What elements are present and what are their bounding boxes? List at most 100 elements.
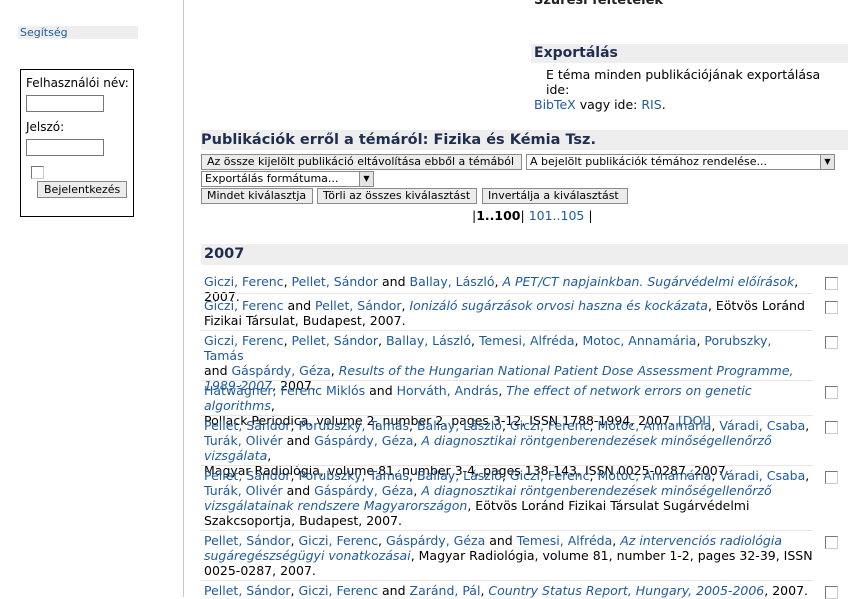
author-link[interactable]: Motoc, Annamária	[597, 418, 711, 433]
author-link[interactable]: Temesi, Alfréda	[517, 533, 613, 548]
row-divider	[201, 580, 813, 581]
row-divider	[201, 465, 813, 466]
current-page: 1..100	[476, 208, 521, 223]
invert-selection-button[interactable]: Invertálja a kiválasztást	[482, 188, 628, 204]
assign-topic-select[interactable]: A bejelölt publikációk témához rendelése…	[526, 154, 835, 170]
author-link[interactable]: Pellet, Sándor	[204, 418, 291, 433]
row-divider	[201, 380, 813, 381]
publication-item: Pellet, Sándor, Porubszky, Tamás, Ballay…	[204, 468, 810, 528]
publication-item: Giczi, Ferenc and Pellet, Sándor, Ionizá…	[204, 298, 805, 328]
remember-me-checkbox[interactable]	[31, 166, 44, 179]
author-link[interactable]: Ballay, László	[417, 418, 502, 433]
author-link[interactable]: Pellet, Sándor	[292, 333, 379, 348]
author-link[interactable]: Motoc, Annamária	[597, 468, 711, 483]
publication-item: Pellet, Sándor, Giczi, Ferenc and Zaránd…	[204, 583, 808, 598]
publication-title-link[interactable]: Results of the Hungarian National Patien…	[339, 363, 794, 378]
author-link[interactable]: Pellet, Sándor	[315, 298, 402, 313]
export-or-text: vagy ide:	[575, 97, 642, 112]
login-button[interactable]: Bejelentkezés	[37, 181, 128, 198]
publication-title-link[interactable]: sugáregészségügyi vonatkozásai	[204, 548, 411, 563]
publication-details: Fizikai Társulat, Budapest, 2007.	[204, 313, 406, 328]
publication-checkbox[interactable]	[825, 471, 838, 484]
assign-topic-select-value: A bejelölt publikációk témához rendelése…	[530, 155, 768, 168]
select-all-button[interactable]: Mindet kiválasztja	[201, 188, 313, 204]
author-link[interactable]: Giczi, Ferenc	[204, 333, 284, 348]
next-page-link[interactable]: 101..105	[529, 208, 585, 223]
author-link[interactable]: Porubszky, Tamás	[298, 418, 409, 433]
author-link[interactable]: Turák, Olivér	[204, 483, 283, 498]
export-text: E téma minden publikációjának exportálás…	[534, 67, 844, 112]
author-link[interactable]: Ballay, László	[410, 274, 495, 289]
author-link[interactable]: Temesi, Alfréda	[479, 333, 575, 348]
publication-details: 0025-0287, 2007.	[204, 563, 316, 578]
publication-title-link[interactable]: Country Status Report, Hungary, 2005-200…	[488, 583, 764, 598]
publication-checkbox[interactable]	[825, 586, 838, 599]
author-link[interactable]: Giczi, Ferenc	[298, 583, 378, 598]
author-link[interactable]: Porubszky, Tamás	[298, 468, 409, 483]
author-link[interactable]: Ballay, László	[417, 468, 502, 483]
author-link[interactable]: Váradi, Csaba	[719, 418, 805, 433]
publication-details: , 2007.	[764, 583, 808, 598]
publication-details: , Eötvös Loránd	[707, 298, 805, 313]
author-link[interactable]: Gáspárdy, Géza	[232, 363, 331, 378]
publication-checkbox[interactable]	[825, 536, 838, 549]
username-label: Felhasználói név:	[26, 76, 129, 90]
password-label: Jelszó:	[26, 120, 65, 134]
publication-item: Pellet, Sándor, Giczi, Ferenc, Gáspárdy,…	[204, 533, 813, 578]
author-link[interactable]: Pellet, Sándor	[204, 583, 291, 598]
bibtex-link[interactable]: BibTeX	[534, 97, 576, 112]
author-link[interactable]: Ballay, László	[386, 333, 471, 348]
row-divider	[201, 530, 813, 531]
publication-title-link[interactable]: Ionizáló sugárzások orvosi haszna és koc…	[410, 298, 708, 313]
row-divider	[201, 293, 813, 294]
author-link[interactable]: Motoc, Annamária	[582, 333, 696, 348]
author-link[interactable]: Giczi, Ferenc	[298, 533, 378, 548]
author-link[interactable]: Hatwágner, Ferenc Miklós	[204, 383, 365, 398]
author-link[interactable]: Giczi, Ferenc	[510, 468, 590, 483]
publication-title-link[interactable]: A diagnosztikai röntgenberendezések minő…	[204, 433, 772, 463]
publication-checkbox[interactable]	[825, 277, 838, 290]
author-link[interactable]: Giczi, Ferenc	[204, 274, 284, 289]
publication-title-link[interactable]: A diagnosztikai röntgenberendezések minő…	[421, 483, 771, 498]
author-link[interactable]: Gáspárdy, Géza	[314, 433, 413, 448]
author-link[interactable]: Horváth, András	[397, 383, 499, 398]
export-description: E téma minden publikációjának exportálás…	[546, 67, 821, 97]
sidebar-divider	[183, 0, 184, 597]
publication-title-link[interactable]: Az intervenciós radiológia	[620, 533, 782, 548]
author-link[interactable]: Pellet, Sándor	[204, 468, 291, 483]
username-field[interactable]	[26, 95, 104, 112]
export-format-select[interactable]: Exportálás formátuma... ▼	[201, 171, 374, 187]
author-link[interactable]: Gáspárdy, Géza	[386, 533, 485, 548]
publication-checkbox[interactable]	[825, 421, 838, 434]
publications-heading: Publikációk erről a témáról: Fizika és K…	[201, 130, 848, 150]
author-link[interactable]: Váradi, Csaba	[719, 468, 805, 483]
publication-title-link[interactable]: A PET/CT napjainkban. Sugárvédelmi előír…	[502, 274, 794, 289]
author-link[interactable]: Giczi, Ferenc	[510, 418, 590, 433]
chevron-down-icon: ▼	[820, 155, 834, 169]
author-link[interactable]: Zaránd, Pál	[410, 583, 481, 598]
publication-title-link[interactable]: vizsgálatainak rendszere Magyarországon	[204, 498, 467, 513]
password-field[interactable]	[26, 139, 104, 156]
ris-link[interactable]: RIS	[641, 97, 661, 112]
author-link[interactable]: Giczi, Ferenc	[204, 298, 284, 313]
publication-checkbox[interactable]	[825, 301, 838, 314]
login-box: Felhasználói név: Jelszó: Bejelentkezés	[20, 69, 134, 217]
publication-details: , Eötvös Loránd Fizikai Társulat Sugárvé…	[467, 498, 750, 513]
pagination: |1..100| 101..105 |	[472, 208, 593, 223]
remove-selected-button[interactable]: Az össze kijelölt publikáció eltávolítás…	[201, 154, 522, 170]
author-link[interactable]: Pellet, Sándor	[204, 533, 291, 548]
row-divider	[201, 330, 813, 331]
publication-checkbox[interactable]	[825, 336, 838, 349]
export-format-select-value: Exportálás formátuma...	[205, 172, 339, 185]
author-link[interactable]: Gáspárdy, Géza	[314, 483, 413, 498]
cut-off-heading: Szűrési feltételek	[534, 0, 664, 8]
clear-selection-button[interactable]: Törli az összes kiválasztást	[317, 188, 477, 204]
publication-checkbox[interactable]	[825, 386, 838, 399]
chevron-down-icon: ▼	[359, 172, 373, 186]
row-divider	[201, 415, 813, 416]
author-link[interactable]: Turák, Olivér	[204, 433, 283, 448]
help-link[interactable]: Segítség	[18, 26, 138, 39]
export-period: .	[661, 97, 666, 112]
left-sidebar: Segítség Felhasználói név: Jelszó: Bejel…	[0, 0, 183, 597]
author-link[interactable]: Pellet, Sándor	[292, 274, 379, 289]
